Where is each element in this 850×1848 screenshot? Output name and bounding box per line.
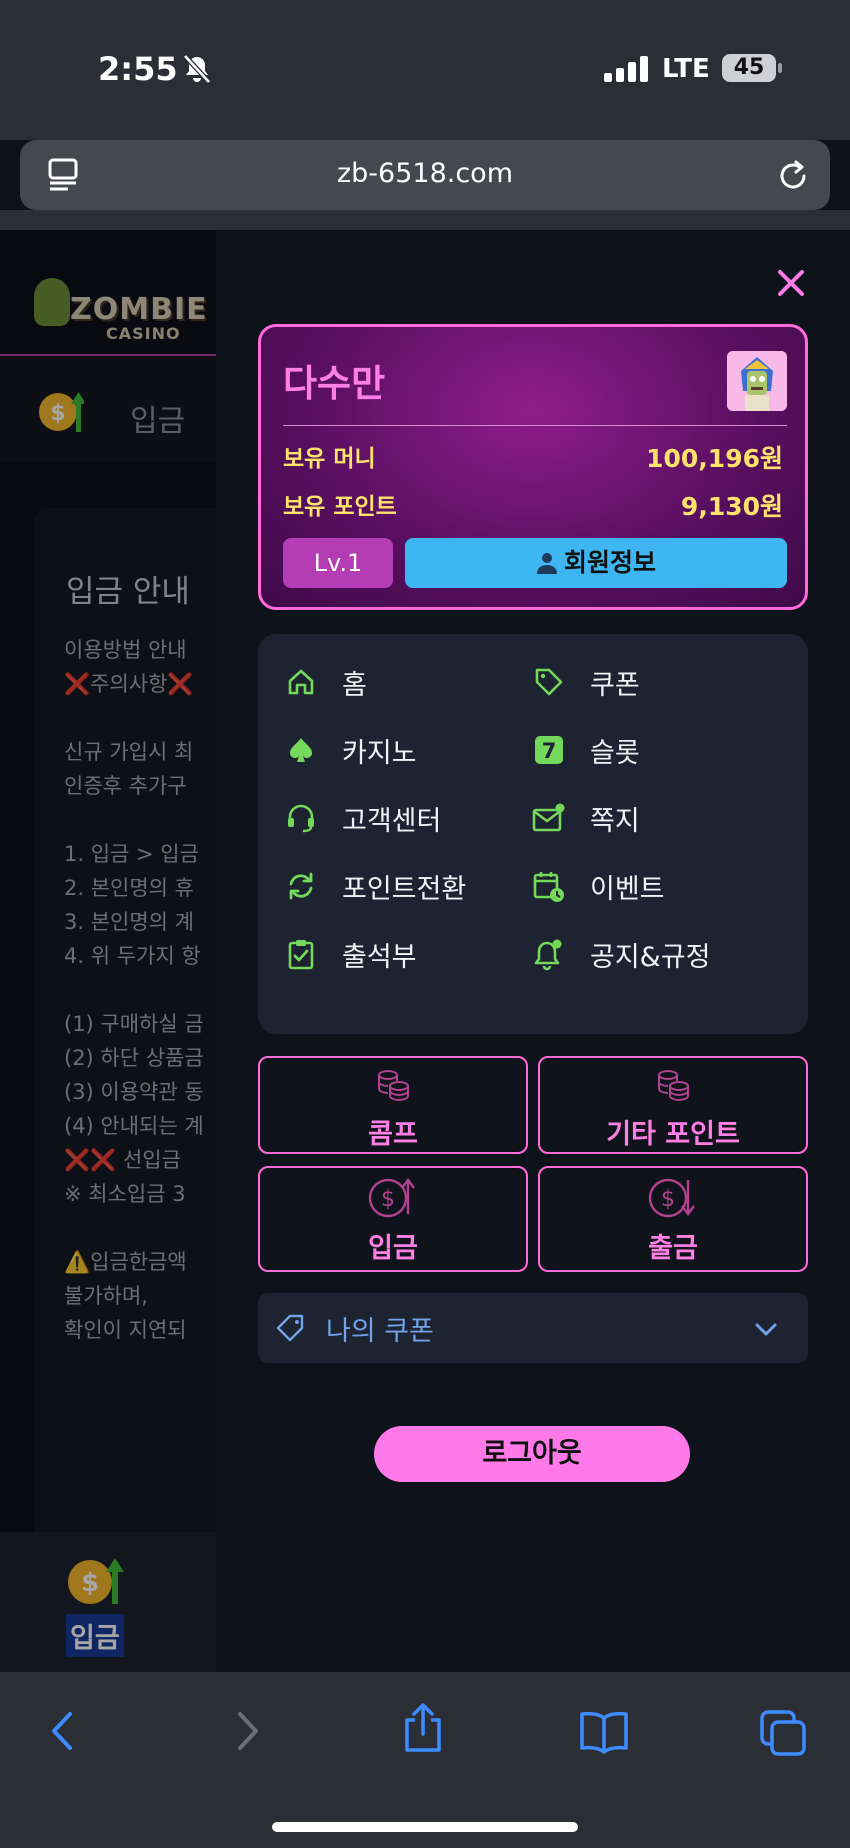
tag-icon xyxy=(535,668,563,696)
menu-item-event[interactable]: 이벤트 xyxy=(532,866,665,906)
user-card: 다수만 보유 머니 100,196원 보유 포인트 9,130원 Lv.1 회원… xyxy=(258,324,808,610)
bell-muted-icon xyxy=(183,54,211,84)
comp-label: 콤프 xyxy=(368,1119,418,1150)
avatar xyxy=(727,351,787,411)
menu-item-label: 쪽지 xyxy=(590,805,640,837)
clipboard-check-icon xyxy=(288,940,314,970)
svg-text:7: 7 xyxy=(542,739,557,763)
points-label: 보유 포인트 xyxy=(283,494,397,520)
spade-icon xyxy=(290,738,312,762)
chevron-down-icon xyxy=(755,1323,777,1336)
menu-item-label: 홈 xyxy=(342,669,367,701)
forward-icon[interactable] xyxy=(226,1708,266,1754)
bell-icon xyxy=(534,939,562,971)
seven-icon: 7 xyxy=(535,736,563,764)
points-value: 9,130원 xyxy=(680,492,783,521)
other-points-label: 기타 포인트 xyxy=(606,1119,740,1150)
tag-icon xyxy=(276,1314,304,1342)
member-info-button[interactable]: 회원정보 xyxy=(405,538,787,588)
svg-text:$: $ xyxy=(381,1187,395,1212)
money-value: 100,196원 xyxy=(646,444,783,473)
reload-icon[interactable] xyxy=(774,156,812,194)
menu-item-casino[interactable]: 카지노 xyxy=(284,730,417,770)
money-label: 보유 머니 xyxy=(283,446,376,472)
battery-indicator: 45 xyxy=(722,54,776,82)
browser-toolbar xyxy=(0,1672,850,1848)
comp-button[interactable]: 콤프 xyxy=(258,1056,528,1154)
tabs-icon[interactable] xyxy=(758,1708,808,1758)
coins-icon xyxy=(378,1070,409,1102)
menu-item-label: 포인트전환 xyxy=(342,873,467,905)
menu-item-coupon[interactable]: 쿠폰 xyxy=(532,662,640,702)
deposit-button[interactable]: $ 입금 xyxy=(258,1166,528,1272)
refresh-icon xyxy=(289,872,313,900)
menu-item-label: 출석부 xyxy=(342,941,417,973)
share-icon[interactable] xyxy=(400,1702,446,1754)
menu-item-notice[interactable]: 공지&규정 xyxy=(532,934,710,974)
dollar-up-icon: $ xyxy=(368,1178,415,1218)
status-bar: 2:55 LTE 45 xyxy=(0,0,850,140)
battery-cap xyxy=(778,63,782,73)
withdraw-label: 출금 xyxy=(648,1233,698,1264)
menu-item-label: 슬롯 xyxy=(590,737,640,769)
menu-item-label: 카지노 xyxy=(342,737,417,769)
overlay-dim[interactable] xyxy=(0,230,216,1672)
other-points-button[interactable]: 기타 포인트 xyxy=(538,1056,808,1154)
zombie-avatar-icon xyxy=(727,351,787,411)
menu-item-point-exchange[interactable]: 포인트전환 xyxy=(284,866,466,906)
user-icon xyxy=(536,553,557,574)
member-info-label: 회원정보 xyxy=(563,548,656,577)
menu-item-home[interactable]: 홈 xyxy=(284,662,367,702)
url-text[interactable]: zb-6518.com xyxy=(20,158,830,189)
side-menu-panel: 다수만 보유 머니 100,196원 보유 포인트 9,130원 Lv.1 회원… xyxy=(216,230,850,1672)
menu-item-label: 이벤트 xyxy=(590,873,665,905)
coins-icon xyxy=(658,1070,689,1102)
menu-item-slot[interactable]: 7 슬롯 xyxy=(532,730,640,770)
back-icon[interactable] xyxy=(44,1708,84,1754)
deposit-label: 입금 xyxy=(368,1233,418,1264)
browser-toolbar-gap xyxy=(0,210,850,230)
bookmarks-icon[interactable] xyxy=(578,1708,630,1754)
address-bar[interactable]: zb-6518.com xyxy=(20,140,830,210)
mail-icon xyxy=(532,803,565,832)
card-divider xyxy=(283,425,787,426)
my-coupon-label: 나의 쿠폰 xyxy=(326,1316,434,1347)
user-name: 다수만 xyxy=(283,362,386,405)
home-icon xyxy=(288,669,314,695)
menu-item-attendance[interactable]: 출석부 xyxy=(284,934,417,974)
dollar-down-icon: $ xyxy=(648,1178,695,1218)
menu-item-label: 공지&규정 xyxy=(590,941,711,973)
home-indicator xyxy=(272,1822,578,1832)
network-type: LTE xyxy=(662,54,710,84)
headset-icon xyxy=(288,804,314,833)
menu-item-label: 고객센터 xyxy=(342,805,442,837)
calendar-icon xyxy=(533,872,564,902)
menu-item-label: 쿠폰 xyxy=(590,669,640,701)
level-badge: Lv.1 xyxy=(283,538,393,588)
menu-item-support[interactable]: 고객센터 xyxy=(284,798,441,838)
status-time: 2:55 xyxy=(98,50,178,88)
menu-item-messages[interactable]: 쪽지 xyxy=(532,798,640,838)
my-coupon-dropdown[interactable]: 나의 쿠폰 xyxy=(258,1293,808,1363)
nav-menu: 홈 카지노 고객센터 포인트전환 출석부 쿠폰 7 슬롯 쪽지 이벤트 공지&규… xyxy=(258,634,808,1034)
withdraw-button[interactable]: $ 출금 xyxy=(538,1166,808,1272)
signal-icon xyxy=(604,56,648,82)
svg-text:$: $ xyxy=(661,1187,675,1212)
close-icon[interactable] xyxy=(774,266,808,300)
logout-button[interactable]: 로그아웃 xyxy=(374,1426,690,1482)
